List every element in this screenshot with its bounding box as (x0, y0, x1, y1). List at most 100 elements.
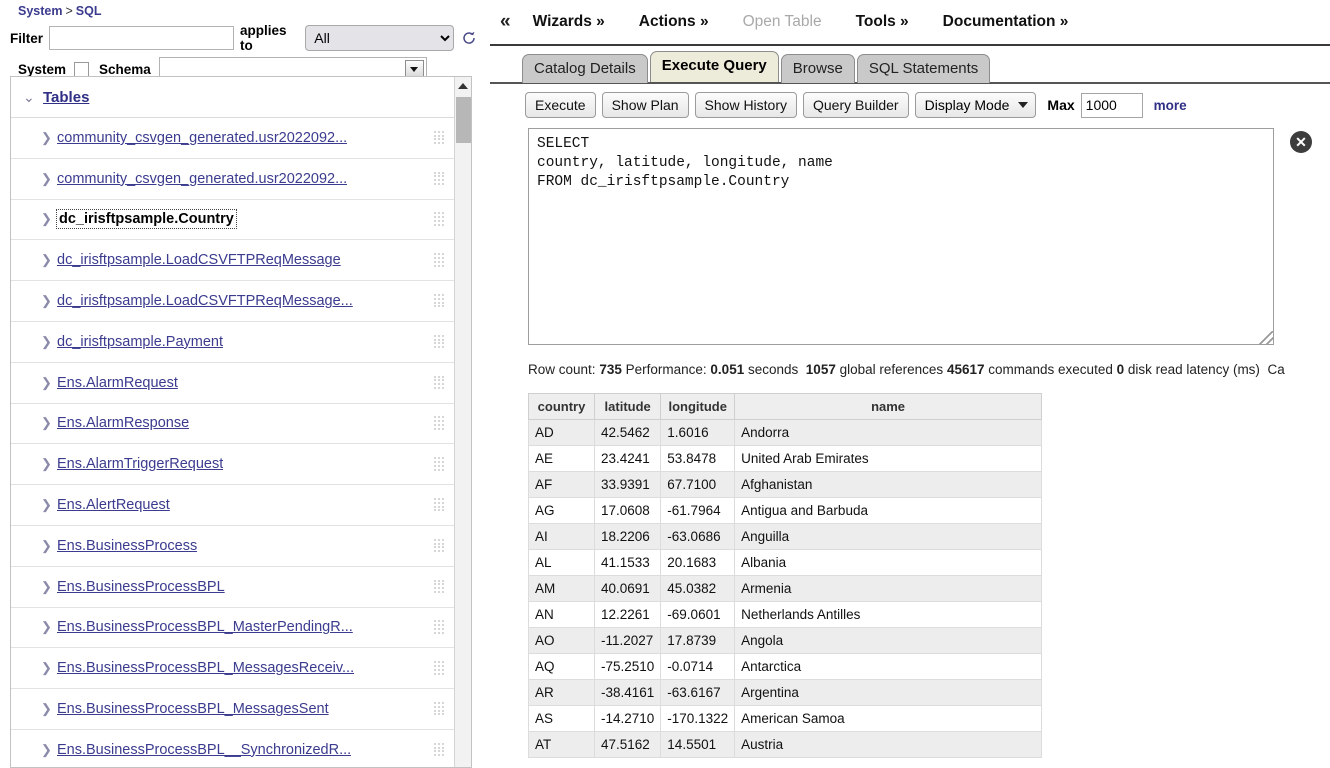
drag-handle-icon[interactable] (434, 498, 445, 512)
table-row[interactable]: AF 33.9391 67.7100 Afghanistan (528, 471, 1042, 498)
show-history-button[interactable]: Show History (694, 92, 797, 118)
tables-section-label[interactable]: Tables (43, 89, 89, 106)
table-list-item[interactable]: ❯ Ens.BusinessProcessBPL_MasterPendingR..… (11, 608, 455, 649)
drag-handle-icon[interactable] (434, 294, 445, 308)
chevron-right-icon[interactable]: ❯ (41, 293, 57, 309)
drag-handle-icon[interactable] (434, 334, 445, 349)
column-header-latitude[interactable]: latitude (593, 393, 662, 420)
drag-handle-icon[interactable] (434, 457, 445, 471)
breadcrumb-system[interactable]: System (18, 4, 62, 18)
query-builder-button[interactable]: Query Builder (803, 92, 909, 118)
tab-sql-statements[interactable]: SQL Statements (856, 54, 991, 83)
table-list-item-label[interactable]: Ens.BusinessProcess (57, 538, 197, 554)
drag-handle-icon[interactable] (434, 538, 445, 553)
table-row[interactable]: AG 17.0608 -61.7964 Antigua and Barbuda (528, 497, 1042, 524)
drag-handle-icon[interactable] (434, 661, 445, 675)
table-list-item-label[interactable]: Ens.AlarmResponse (57, 415, 189, 431)
chevron-right-icon[interactable]: ❯ (41, 334, 57, 350)
table-list-item[interactable]: ❯ dc_irisftpsample.LoadCSVFTPReqMessage (11, 240, 455, 282)
drag-handle-icon[interactable] (434, 702, 445, 716)
chevron-right-icon[interactable]: ❯ (41, 497, 57, 513)
table-row[interactable]: AI 18.2206 -63.0686 Anguilla (528, 523, 1042, 550)
table-list-item[interactable]: ❯ Ens.BusinessProcess (11, 526, 455, 567)
table-list-item[interactable]: ❯ dc_irisftpsample.Payment (11, 322, 455, 363)
table-list-item-label[interactable]: Ens.BusinessProcessBPL (57, 579, 225, 595)
table-list-item[interactable]: ❯ Ens.BusinessProcessBPL__SynchronizedR..… (11, 730, 455, 767)
table-row[interactable]: AS -14.2710 -170.1322 American Samoa (528, 705, 1042, 732)
sidebar-scrollbar[interactable] (454, 77, 471, 767)
nav-wizards[interactable]: Wizards » (533, 13, 605, 31)
scrollbar-thumb[interactable] (456, 97, 471, 143)
show-plan-button[interactable]: Show Plan (601, 92, 689, 118)
tables-section-header[interactable]: ⌄ Tables (11, 77, 455, 118)
drag-handle-icon[interactable] (434, 253, 445, 267)
nav-actions[interactable]: Actions » (639, 13, 709, 31)
table-list-item-label[interactable]: dc_irisftpsample.LoadCSVFTPReqMessage... (57, 293, 353, 309)
table-list-item[interactable]: ❯ Ens.BusinessProcessBPL_MessagesReceiv..… (11, 648, 455, 690)
drag-handle-icon[interactable] (434, 620, 445, 634)
table-row[interactable]: AO -11.2027 17.8739 Angola (528, 627, 1042, 654)
table-list-item[interactable]: ❯ Ens.AlertRequest (11, 485, 455, 526)
drag-handle-icon[interactable] (434, 375, 445, 390)
table-row[interactable]: AM 40.0691 45.0382 Armenia (528, 575, 1042, 602)
system-checkbox[interactable] (74, 61, 90, 77)
chevron-right-icon[interactable]: ❯ (41, 701, 57, 717)
table-list-item[interactable]: ❯ community_csvgen_generated.usr2022092..… (11, 118, 455, 159)
chevron-right-icon[interactable]: ❯ (41, 375, 57, 391)
sql-query-textarea[interactable]: SELECT country, latitude, longitude, nam… (528, 128, 1274, 345)
table-list-item-label[interactable]: dc_irisftpsample.Payment (57, 334, 223, 350)
table-list-item[interactable]: ❯ Ens.BusinessProcessBPL_MessagesSent (11, 689, 455, 730)
table-list-item-label[interactable]: Ens.BusinessProcessBPL__SynchronizedR... (57, 742, 351, 758)
table-row[interactable]: AT 47.5162 14.5501 Austria (528, 731, 1042, 758)
breadcrumb-sql[interactable]: SQL (76, 4, 102, 18)
table-list-item[interactable]: ❯ Ens.AlarmResponse (11, 404, 455, 445)
table-row[interactable]: AE 23.4241 53.8478 United Arab Emirates (528, 445, 1042, 472)
table-list-item-label[interactable]: Ens.AlarmRequest (57, 375, 178, 391)
table-row[interactable]: AL 41.1533 20.1683 Albania (528, 549, 1042, 576)
nav-tools[interactable]: Tools » (856, 13, 909, 31)
column-header-longitude[interactable]: longitude (660, 393, 736, 420)
close-icon[interactable]: ✕ (1290, 131, 1312, 153)
drag-handle-icon[interactable] (434, 130, 445, 145)
drag-handle-icon[interactable] (434, 171, 445, 186)
table-list-item-label[interactable]: Ens.BusinessProcessBPL_MessagesSent (57, 701, 329, 717)
chevron-right-icon[interactable]: ❯ (41, 171, 57, 187)
table-list-item[interactable]: ❯ dc_irisftpsample.Country (11, 200, 455, 241)
filter-input[interactable] (49, 26, 235, 50)
table-list-item[interactable]: ❯ Ens.BusinessProcessBPL (11, 567, 455, 608)
nav-documentation[interactable]: Documentation » (943, 13, 1069, 31)
tab-execute-query[interactable]: Execute Query (649, 51, 779, 82)
chevron-right-icon[interactable]: ❯ (41, 742, 57, 758)
drag-handle-icon[interactable] (434, 579, 445, 594)
table-list-item-label[interactable]: Ens.AlertRequest (57, 497, 170, 513)
table-list-item-label[interactable]: Ens.BusinessProcessBPL_MasterPendingR... (57, 619, 353, 635)
table-list-item-label[interactable]: community_csvgen_generated.usr2022092... (57, 171, 347, 187)
scroll-up-icon[interactable] (455, 77, 471, 95)
table-list-item[interactable]: ❯ Ens.AlarmTriggerRequest (11, 444, 455, 486)
chevron-right-icon[interactable]: ❯ (41, 252, 57, 268)
chevron-right-icon[interactable]: ❯ (41, 211, 57, 227)
table-list-item-label[interactable]: community_csvgen_generated.usr2022092... (57, 130, 347, 146)
chevron-down-icon[interactable]: ⌄ (23, 89, 43, 106)
column-header-name[interactable]: name (734, 393, 1042, 420)
max-rows-input[interactable] (1080, 92, 1143, 118)
drag-handle-icon[interactable] (434, 416, 445, 430)
more-options-link[interactable]: more (1154, 98, 1187, 113)
table-row[interactable]: AD 42.5462 1.6016 Andorra (528, 419, 1042, 446)
table-row[interactable]: AQ -75.2510 -0.0714 Antarctica (528, 653, 1042, 680)
chevron-right-icon[interactable]: ❯ (41, 619, 57, 635)
table-list-item[interactable]: ❯ community_csvgen_generated.usr2022092..… (11, 159, 455, 200)
chevron-right-icon[interactable]: ❯ (41, 415, 57, 431)
collapse-panel-icon[interactable]: « (500, 11, 511, 33)
table-row[interactable]: AN 12.2261 -69.0601 Netherlands Antilles (528, 601, 1042, 628)
table-list-item[interactable]: ❯ Ens.AlarmRequest (11, 363, 455, 404)
execute-button[interactable]: Execute (525, 92, 596, 118)
tab-browse[interactable]: Browse (780, 54, 855, 83)
chevron-right-icon[interactable]: ❯ (41, 456, 57, 472)
table-list-item[interactable]: ❯ dc_irisftpsample.LoadCSVFTPReqMessage..… (11, 281, 455, 322)
applies-to-select[interactable]: All (305, 25, 454, 51)
chevron-right-icon[interactable]: ❯ (41, 579, 57, 595)
table-list-item-label[interactable]: dc_irisftpsample.Country (56, 209, 237, 230)
table-row[interactable]: AR -38.4161 -63.6167 Argentina (528, 679, 1042, 706)
table-list-item-label[interactable]: Ens.BusinessProcessBPL_MessagesReceiv... (57, 660, 354, 676)
